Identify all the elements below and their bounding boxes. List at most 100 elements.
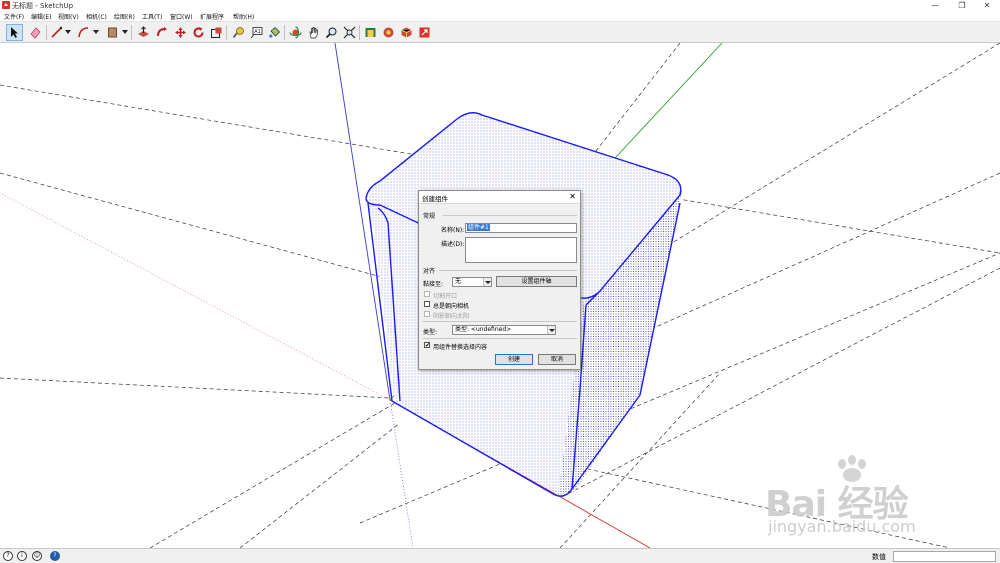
pan-tool-button[interactable] xyxy=(305,24,322,41)
push-pull-icon xyxy=(138,26,149,37)
window-title: 无标题 - SketchUp xyxy=(12,2,74,10)
tape-measure-tool-button[interactable] xyxy=(230,24,247,41)
menu-tools[interactable]: 工具(T) xyxy=(142,12,162,21)
menu-view[interactable]: 视图(V) xyxy=(58,12,79,21)
section-divider xyxy=(443,215,577,216)
restore-button[interactable]: ❐ xyxy=(949,0,975,11)
always-face-camera-checkbox[interactable] xyxy=(424,301,430,307)
push-pull-tool-button[interactable] xyxy=(135,24,152,41)
zoom-tool-button[interactable] xyxy=(323,24,340,41)
alignment-section-label: 对齐 xyxy=(423,268,436,275)
toolbar-separator xyxy=(284,25,285,40)
zoom-extents-tool-button[interactable] xyxy=(341,24,358,41)
eraser-icon xyxy=(30,27,41,39)
dialog-close-icon[interactable]: ✕ xyxy=(569,192,576,202)
red-axis-dotted xyxy=(0,192,391,401)
menu-camera[interactable]: 相机(C) xyxy=(86,12,107,21)
menu-window[interactable]: 窗口(W) xyxy=(170,12,193,21)
dialog-title: 创建组件 xyxy=(422,195,448,203)
move-tool-button[interactable] xyxy=(172,24,189,41)
glue-to-label: 黏接至: xyxy=(423,281,444,288)
cut-opening-checkbox[interactable] xyxy=(424,291,430,297)
description-input[interactable] xyxy=(465,237,577,263)
general-section-label: 常规 xyxy=(423,213,436,220)
menu-edit[interactable]: 编辑(E) xyxy=(31,12,51,21)
eraser-tool-button[interactable] xyxy=(27,24,44,41)
status-bar: ? i ☺ ? 数值 xyxy=(0,548,1000,563)
glue-to-select[interactable]: 无 xyxy=(452,277,492,287)
name-input[interactable]: 组件#1 xyxy=(465,223,577,233)
orbit-tool-button[interactable] xyxy=(287,24,304,41)
send-to-layout-button[interactable] xyxy=(416,24,433,41)
close-button[interactable]: ✕ xyxy=(974,0,1000,11)
send-to-layout-icon xyxy=(419,27,430,38)
always-face-camera-label: 总是朝向相机 xyxy=(433,303,470,310)
select-icon xyxy=(11,27,18,38)
3d-warehouse-button[interactable] xyxy=(362,24,379,41)
sketchup-logo-icon xyxy=(2,1,10,9)
main-toolbar: A1 xyxy=(0,22,1000,43)
menu-draw[interactable]: 绘图(R) xyxy=(114,12,135,21)
extension-warehouse-icon xyxy=(383,27,394,38)
rectangle-icon xyxy=(108,27,117,38)
section-divider xyxy=(439,270,577,271)
toolbar-separator xyxy=(46,25,47,40)
name-input-value: 组件#1 xyxy=(467,224,490,231)
user-account-icon[interactable]: ☺ xyxy=(32,551,42,561)
zoom-extents-icon xyxy=(343,26,356,39)
scale-icon xyxy=(211,27,222,38)
create-button[interactable]: 创建 xyxy=(495,354,533,365)
shape-dropdown-chevron-icon[interactable] xyxy=(122,30,128,34)
cancel-button[interactable]: 取消 xyxy=(538,354,576,365)
type-select[interactable]: 类型: <undefined> xyxy=(452,325,556,335)
move-icon xyxy=(175,27,186,38)
select-tool-button[interactable] xyxy=(6,24,23,41)
text-icon: A1 xyxy=(250,27,263,39)
shadows-face-sun-checkbox[interactable] xyxy=(424,311,430,317)
geo-location-icon[interactable]: ? xyxy=(3,551,13,561)
arc-dropdown-chevron-icon[interactable] xyxy=(93,30,99,34)
section-divider xyxy=(423,338,577,339)
pan-icon xyxy=(309,27,318,39)
toolbar-separator xyxy=(359,25,360,40)
toolbar-separator xyxy=(131,25,132,40)
measurements-input[interactable] xyxy=(893,551,996,562)
text-tool-button[interactable]: A1 xyxy=(248,24,265,41)
dialog-title-bar[interactable]: 创建组件 ✕ xyxy=(419,191,580,204)
line-tool-button[interactable] xyxy=(48,24,65,41)
rectangle-tool-button[interactable] xyxy=(104,24,121,41)
warehouse-icon xyxy=(365,28,376,37)
extension-warehouse-button[interactable] xyxy=(380,24,397,41)
menu-help[interactable]: 帮助(H) xyxy=(233,12,254,21)
description-label: 描述(D): xyxy=(441,241,465,248)
arc-tool-button[interactable] xyxy=(75,24,92,41)
toolbar-separator xyxy=(226,25,227,40)
extension-manager-icon xyxy=(401,27,412,38)
menu-file[interactable]: 文件(F) xyxy=(4,12,24,21)
create-component-dialog: 创建组件 ✕ 常规 名称(N): 组件#1 描述(D): 对齐 黏接至: 无 设… xyxy=(418,190,581,370)
chevron-down-icon xyxy=(483,278,491,286)
credits-icon[interactable]: i xyxy=(17,551,27,561)
replace-selection-label: 用组件替换选择内容 xyxy=(433,344,488,351)
rotate-icon xyxy=(193,27,204,38)
rotate-tool-button[interactable] xyxy=(190,24,207,41)
tape-measure-icon xyxy=(232,27,244,38)
minimize-button[interactable]: — xyxy=(922,0,948,11)
shadows-face-sun-label: 阴影朝向太阳 xyxy=(433,313,470,320)
menu-bar: 文件(F) 编辑(E) 视图(V) 相机(C) 绘图(R) 工具(T) 窗口(W… xyxy=(0,11,1000,22)
menu-extensions[interactable]: 扩展程序 xyxy=(200,12,224,21)
set-component-axes-button[interactable]: 设置组件轴 xyxy=(496,276,577,287)
cut-opening-label: 切割开口 xyxy=(433,293,458,300)
type-value: 类型: <undefined> xyxy=(455,326,512,333)
follow-me-tool-button[interactable] xyxy=(154,24,171,41)
paint-bucket-tool-button[interactable] xyxy=(266,24,283,41)
glue-to-value: 无 xyxy=(455,278,462,285)
line-dropdown-chevron-icon[interactable] xyxy=(65,30,71,34)
zoom-icon xyxy=(325,27,337,39)
chevron-down-icon xyxy=(547,326,555,334)
replace-selection-checkbox[interactable]: ✔ xyxy=(424,342,430,349)
help-icon[interactable]: ? xyxy=(50,551,60,561)
extension-manager-button[interactable] xyxy=(398,24,415,41)
scale-tool-button[interactable] xyxy=(208,24,225,41)
name-label: 名称(N): xyxy=(441,227,465,234)
